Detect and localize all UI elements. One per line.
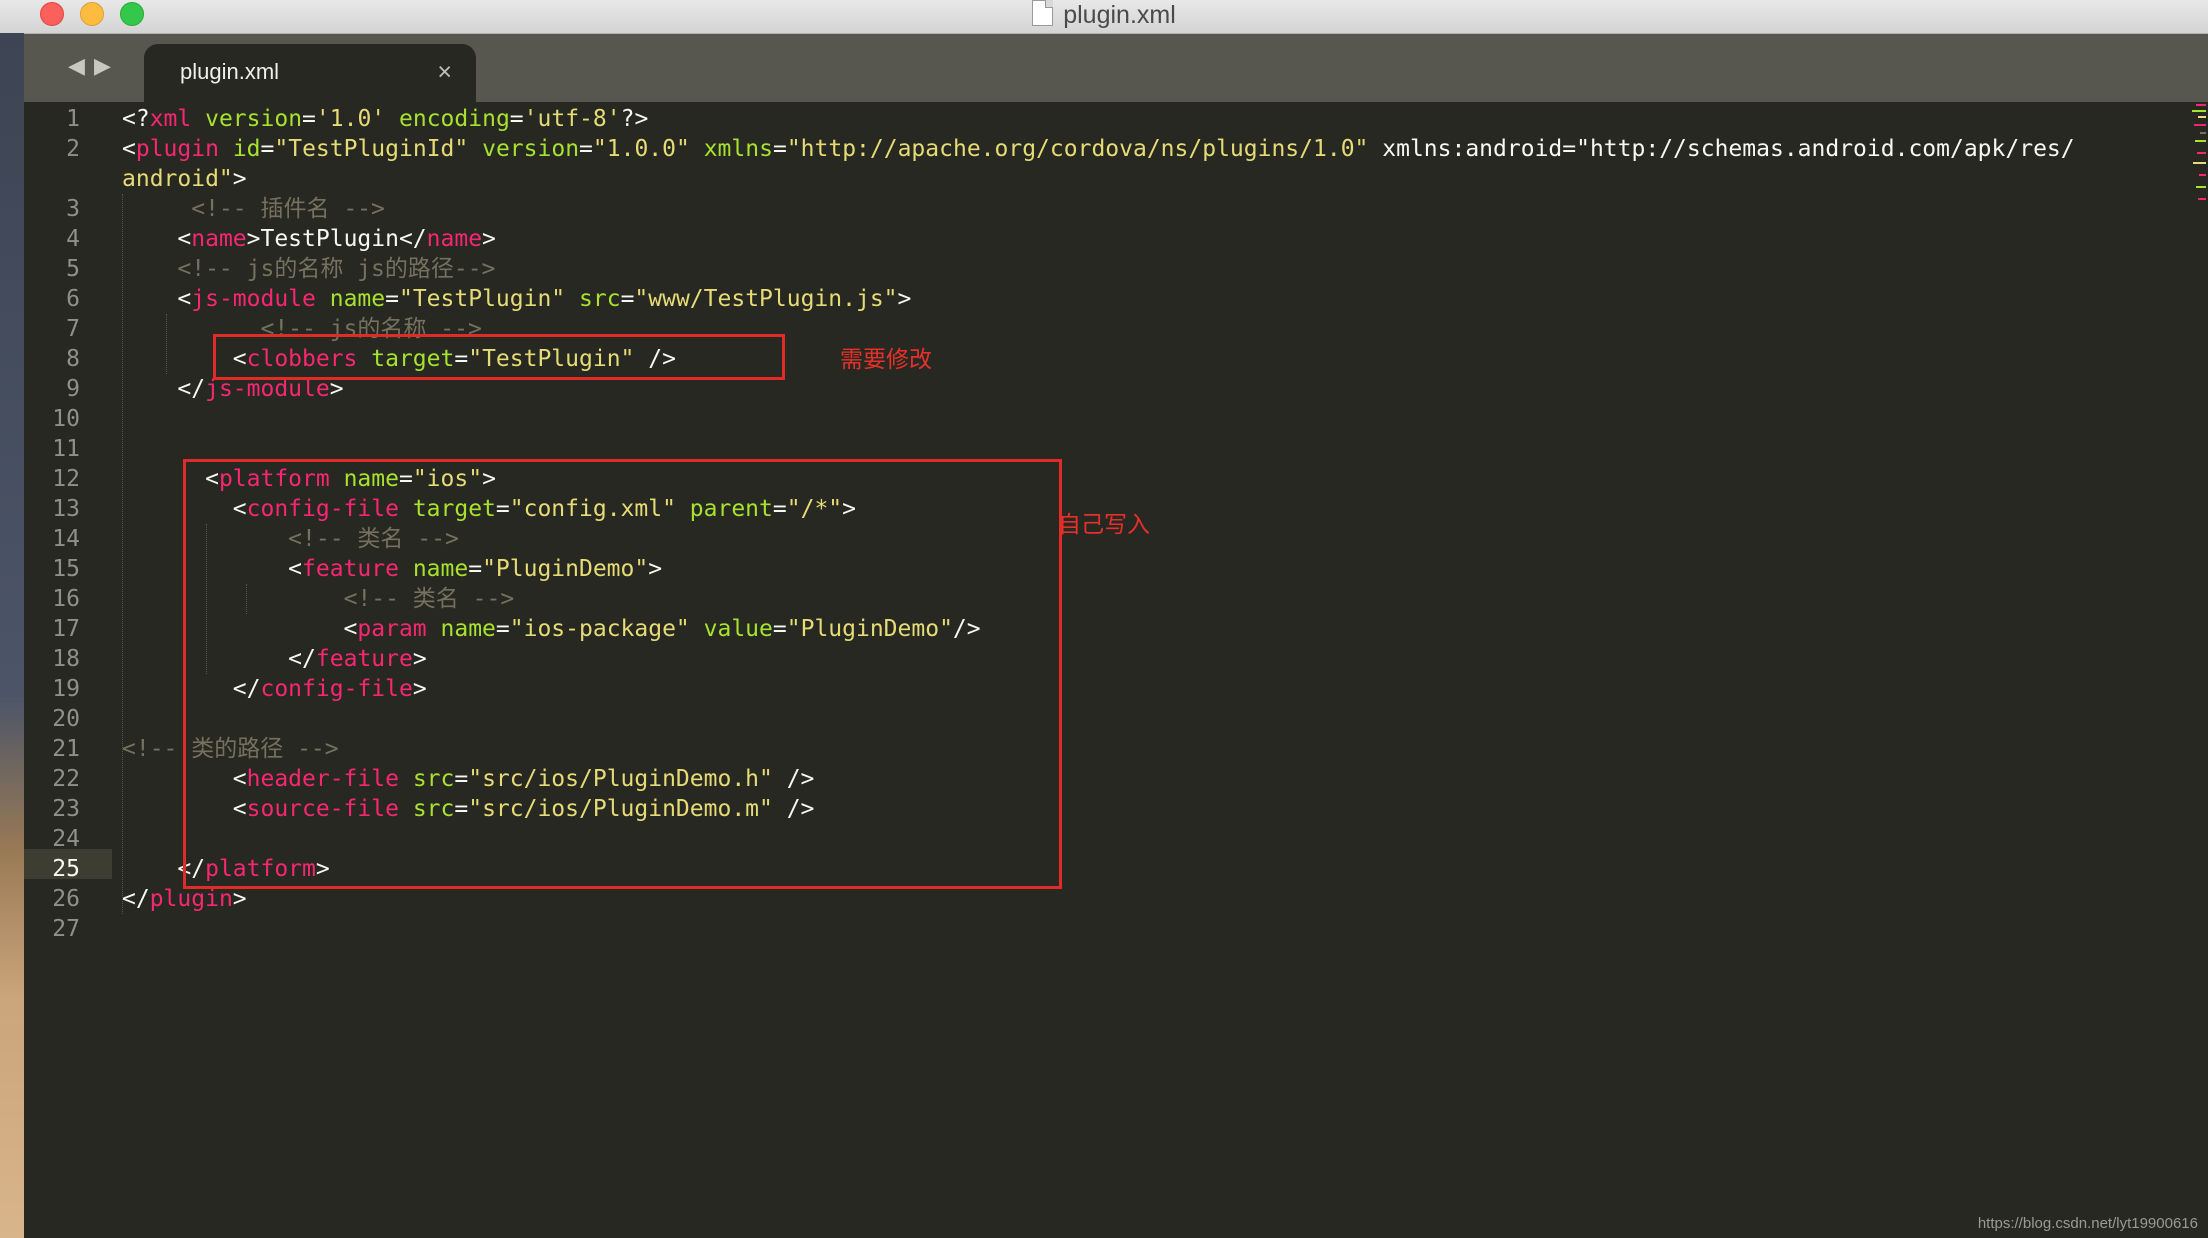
window-title-text: plugin.xml	[1063, 1, 1176, 29]
line-number: 16	[52, 586, 80, 612]
line-number: 14	[52, 526, 80, 552]
document-icon	[1032, 0, 1054, 26]
window-title: plugin.xml	[0, 0, 2208, 29]
line-number: 13	[52, 496, 80, 522]
line-number: 2	[66, 136, 80, 162]
code-line: <!-- js的名称 js的路径-->	[177, 256, 496, 282]
line-number: 9	[66, 376, 80, 402]
line-number: 23	[52, 796, 80, 822]
code-line: <name>TestPlugin</name>	[122, 226, 496, 252]
indent-guide	[122, 194, 123, 914]
window-titlebar: plugin.xml	[0, 0, 2208, 34]
tab-label: plugin.xml	[180, 59, 280, 84]
line-number-gutter: 1 2 3 4 5 6 7 8 9 10 11 12 13 14 15 16 17 18 19 20 21 22 23 24 2…	[24, 102, 114, 1238]
line-number: 4	[66, 226, 80, 252]
code-line: <!-- 插件名 -->	[191, 196, 385, 222]
minimap[interactable]	[2190, 102, 2208, 222]
line-number: 17	[52, 616, 80, 642]
clobbers-annotation: 需要修改	[840, 346, 932, 372]
tab-bar: ◀ ▶ plugin.xml ×	[24, 34, 2208, 102]
code-editor[interactable]: 1 2 3 4 5 6 7 8 9 10 11 12 13 14 15 16 17 18 19 20 21 22 23 24 2…	[24, 102, 2208, 1238]
line-number: 5	[66, 256, 80, 282]
line-number: 18	[52, 646, 80, 672]
line-number: 24	[52, 826, 80, 852]
code-line: <plugin id="TestPluginId" version="1.0.0…	[122, 136, 2075, 162]
line-number: 15	[52, 556, 80, 582]
line-number: 11	[52, 436, 80, 462]
line-number: 27	[52, 916, 80, 942]
line-number: 12	[52, 466, 80, 492]
line-number: 25	[52, 856, 80, 882]
tab-plugin-xml[interactable]: plugin.xml ×	[144, 44, 476, 102]
forward-arrow-icon[interactable]: ▶	[94, 55, 111, 77]
line-number: 10	[52, 406, 80, 432]
desktop-background-edge	[0, 33, 24, 1238]
line-number: 20	[52, 706, 80, 732]
line-number: 6	[66, 286, 80, 312]
back-arrow-icon[interactable]: ◀	[68, 55, 85, 77]
line-number: 3	[66, 196, 80, 222]
indent-guide	[166, 314, 167, 374]
watermark-url: https://blog.csdn.net/lyt19900616	[1977, 1215, 2198, 1232]
line-number: 8	[66, 346, 80, 372]
line-number: 7	[66, 316, 80, 342]
line-number: 22	[52, 766, 80, 792]
clobbers-highlight-box	[213, 334, 785, 380]
line-number: 1	[66, 106, 80, 132]
line-number: 21	[52, 736, 80, 762]
platform-annotation: 自己写入	[1058, 511, 1150, 537]
line-number: 19	[52, 676, 80, 702]
line-number: 26	[52, 886, 80, 912]
platform-highlight-box	[183, 459, 1062, 889]
tab-close-icon[interactable]: ×	[437, 58, 452, 87]
code-line: <?xml version='1.0' encoding='utf-8'?>	[122, 106, 649, 132]
code-line: <js-module name="TestPlugin" src="www/Te…	[122, 286, 912, 312]
code-line: android">	[122, 166, 247, 192]
